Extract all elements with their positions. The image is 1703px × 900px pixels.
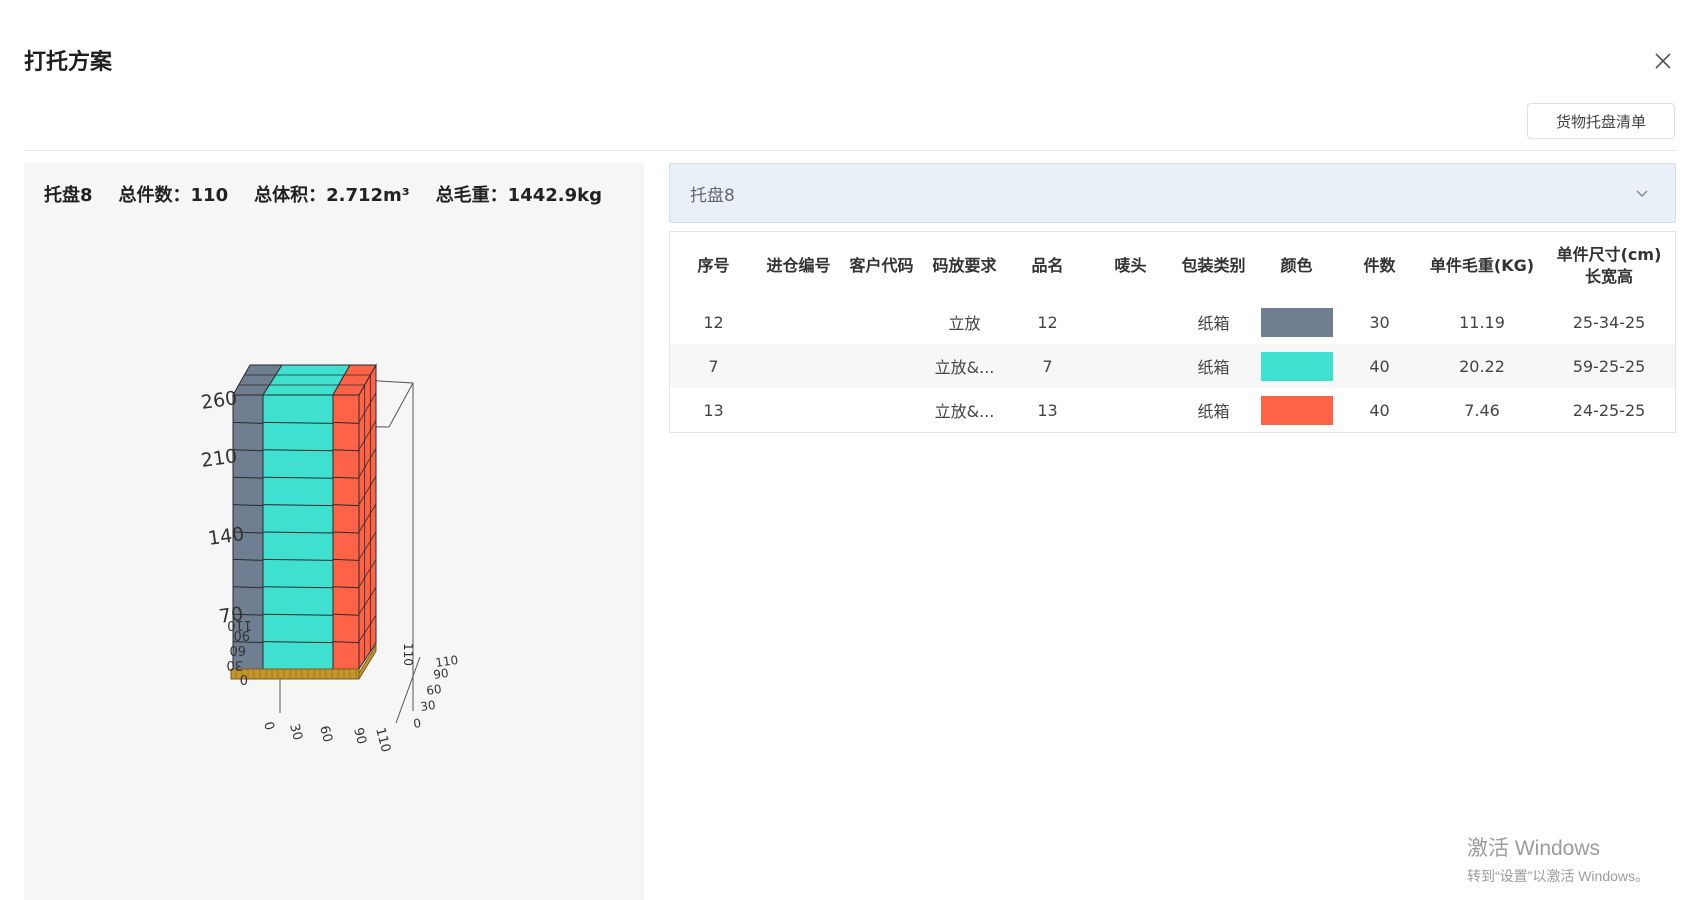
table-row[interactable]: 12 立放 12 纸箱 30 11.19 25-34-25 <box>670 300 1675 344</box>
pallet-front <box>230 668 360 680</box>
cell-qty: 40 <box>1369 356 1390 376</box>
cell-color <box>1255 300 1338 344</box>
pallet-visualization-panel: 托盘8 总件数：110 总体积：2.712m³ 总毛重：1442.9kg 260… <box>24 163 644 900</box>
cell-unit-weight: 20.22 <box>1459 356 1505 376</box>
front-axis: 0 30 60 90 110 <box>260 720 393 754</box>
table-row[interactable]: 7 立放&... 7 纸箱 40 20.22 59-25-25 <box>670 344 1675 388</box>
cell-package: 纸箱 <box>1197 358 1230 377</box>
front-tick-label: 0 <box>260 720 277 732</box>
left-tick-label: 0 <box>240 671 248 686</box>
column-header-size: 单件尺寸(cm) 长宽高 <box>1556 245 1662 286</box>
cell-color <box>1255 388 1338 432</box>
header-divider <box>24 150 1676 151</box>
cell-package: 纸箱 <box>1197 402 1230 421</box>
cell-color <box>1255 344 1338 388</box>
cargo-table: 序号 进仓编号 客户代码 码放要求 品名 唛头 包装类别 颜色 件数 单件毛重(… <box>669 231 1676 433</box>
table-header-row: 序号 进仓编号 客户代码 码放要求 品名 唛头 包装类别 颜色 件数 单件毛重(… <box>670 232 1675 300</box>
cell-unit-weight: 7.46 <box>1464 400 1500 420</box>
right-tick-label: 60 <box>425 682 442 698</box>
pallet-select-value: 托盘8 <box>690 185 735 206</box>
column-header-qty: 件数 <box>1363 256 1396 275</box>
chevron-down-icon <box>1636 190 1648 198</box>
column-header-color: 颜色 <box>1280 256 1313 275</box>
front-tick-label: 30 <box>286 722 305 742</box>
cargo-red-side-face <box>358 363 377 671</box>
front-tick-label: 60 <box>316 724 335 744</box>
cell-entry-no <box>757 344 840 388</box>
cargo-side-face <box>358 363 377 671</box>
cell-qty: 30 <box>1369 312 1390 332</box>
watermark-line-1: 激活 Windows <box>1467 837 1601 860</box>
left-tick-label: 30 <box>226 657 243 672</box>
right-tick-label: 110 <box>401 643 415 666</box>
column-header-unit-weight: 单件毛重(KG) <box>1429 256 1535 275</box>
cell-stacking: 立放&... <box>934 402 995 421</box>
pallet-select[interactable]: 托盘8 <box>669 163 1676 223</box>
column-header-customer-code: 客户代码 <box>849 256 914 275</box>
cell-mark <box>1089 388 1172 432</box>
cell-mark <box>1089 300 1172 344</box>
cell-customer-code <box>840 300 923 344</box>
table-row[interactable]: 13 立放&... 13 纸箱 40 7.46 24-25-25 <box>670 388 1675 432</box>
color-swatch <box>1260 351 1333 381</box>
cell-size: 25-34-25 <box>1572 312 1646 332</box>
cell-seq: 13 <box>703 400 724 420</box>
right-tick-label: 110 <box>434 653 459 670</box>
cell-size: 24-25-25 <box>1572 400 1646 420</box>
cell-seq: 12 <box>703 312 724 332</box>
pallet-3d-view[interactable]: 260 210 140 70 0 30 60 90 110 0 30 60 90… <box>24 163 644 900</box>
column-header-product: 品名 <box>1031 256 1064 275</box>
close-icon[interactable] <box>1652 50 1674 72</box>
column-header-stacking: 码放要求 <box>932 256 997 275</box>
cell-package: 纸箱 <box>1197 314 1230 333</box>
watermark-line-2: 转到“设置”以激活 Windows。 <box>1467 868 1650 884</box>
cell-stacking: 立放&... <box>934 358 995 377</box>
cell-qty: 40 <box>1369 400 1390 420</box>
right-tick-label: 30 <box>419 698 436 714</box>
windows-activation-watermark: 激活 Windows 转到“设置”以激活 Windows。 <box>1467 832 1649 886</box>
pallet-list-button[interactable]: 货物托盘清单 <box>1527 103 1675 139</box>
cell-customer-code <box>840 388 923 432</box>
cell-entry-no <box>757 300 840 344</box>
cell-mark <box>1089 344 1172 388</box>
cell-seq: 7 <box>708 356 719 376</box>
cell-product: 7 <box>1042 356 1053 376</box>
cargo-top-faces <box>232 364 377 396</box>
right-tick-label: 0 <box>412 716 422 731</box>
color-swatch <box>1260 395 1333 425</box>
column-header-seq: 序号 <box>697 256 730 275</box>
column-header-entry-no: 进仓编号 <box>766 256 831 275</box>
cell-customer-code <box>840 344 923 388</box>
cell-product: 12 <box>1037 312 1058 332</box>
front-tick-label: 110 <box>372 726 393 754</box>
cell-unit-weight: 11.19 <box>1459 312 1505 332</box>
right-axis: 0 30 60 90 110 110 <box>395 643 459 731</box>
pallet-detail-panel: 托盘8 序号 进仓编号 客户代码 码放要求 品名 唛头 包装类别 颜色 件数 单… <box>669 163 1676 433</box>
front-tick-label: 90 <box>350 726 369 746</box>
column-header-mark: 唛头 <box>1114 256 1147 275</box>
cell-stacking: 立放 <box>948 314 981 333</box>
left-tick-label: 110 <box>227 617 252 632</box>
column-header-package: 包装类别 <box>1181 256 1246 275</box>
cargo-red-column <box>332 394 360 670</box>
cell-product: 13 <box>1037 400 1058 420</box>
cell-size: 59-25-25 <box>1572 356 1646 376</box>
cell-entry-no <box>757 388 840 432</box>
color-swatch <box>1260 307 1333 337</box>
left-tick-label: 60 <box>229 642 246 657</box>
dialog-title: 打托方案 <box>24 50 113 75</box>
cargo-teal-column <box>262 394 334 670</box>
